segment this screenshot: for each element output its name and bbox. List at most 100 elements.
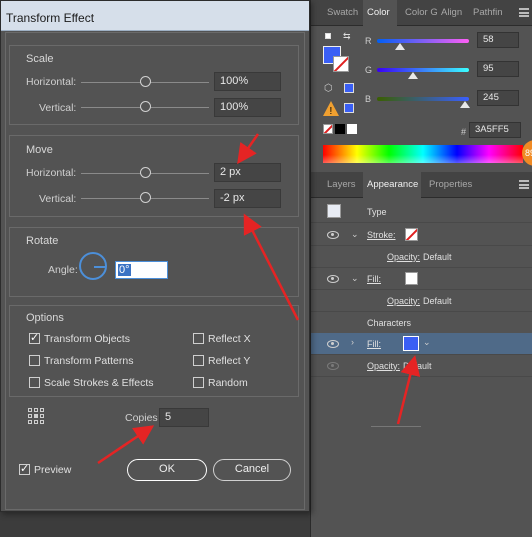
cancel-button[interactable]: Cancel bbox=[213, 459, 291, 481]
eye-icon[interactable] bbox=[327, 275, 339, 283]
scale-horizontal-field[interactable]: 100% bbox=[214, 72, 281, 91]
angle-dial-icon[interactable] bbox=[79, 252, 107, 280]
appearance-menu-icon[interactable] bbox=[519, 180, 529, 189]
fill-dropdown-chevron-icon[interactable]: ⌄ bbox=[423, 337, 431, 348]
appearance-stroke-opacity-row[interactable]: Opacity: Default bbox=[311, 246, 532, 268]
dialog-title: Transform Effect bbox=[6, 11, 95, 25]
random-checkbox[interactable] bbox=[193, 377, 204, 388]
g-slider-thumb[interactable] bbox=[408, 72, 418, 79]
white-swatch[interactable] bbox=[347, 124, 357, 134]
appearance-characters-opacity-row[interactable]: Opacity: Default bbox=[311, 355, 532, 377]
copies-field[interactable]: 5 bbox=[159, 408, 209, 427]
move-horizontal-knob[interactable] bbox=[140, 167, 151, 178]
tab-layers[interactable]: Layers bbox=[323, 172, 357, 198]
stroke-swatch-none[interactable] bbox=[333, 56, 349, 72]
appearance-fill-row[interactable]: ⌄ Fill: bbox=[311, 268, 532, 290]
scale-vertical-label: Vertical: bbox=[39, 102, 77, 114]
angle-field[interactable]: 0° bbox=[115, 261, 168, 279]
move-label: Move bbox=[26, 144, 53, 156]
reference-point-locator-icon[interactable] bbox=[28, 408, 44, 424]
tab-color[interactable]: Color bbox=[363, 0, 397, 26]
move-horizontal-field[interactable]: 2 px bbox=[214, 163, 281, 182]
fill-opacity-label[interactable]: Opacity: bbox=[387, 296, 420, 306]
tab-align[interactable]: Align bbox=[437, 0, 469, 26]
eye-icon[interactable] bbox=[327, 231, 339, 239]
move-horizontal-label: Horizontal: bbox=[26, 167, 77, 179]
characters-fill-label[interactable]: Fill: bbox=[367, 339, 381, 349]
appearance-fill-opacity-row[interactable]: Opacity: Default bbox=[311, 290, 532, 312]
eye-icon[interactable] bbox=[327, 340, 339, 348]
transform-objects-checkbox[interactable] bbox=[29, 331, 40, 344]
chevron-down-icon[interactable]: ⌄ bbox=[351, 229, 359, 240]
svg-text:!: ! bbox=[330, 106, 333, 116]
tab-color-guide[interactable]: Color G bbox=[401, 0, 437, 26]
swap-colors-icon[interactable]: ⇆ bbox=[343, 31, 351, 42]
gamut-warning-icon[interactable]: ! bbox=[323, 101, 339, 117]
color-spectrum-bar[interactable] bbox=[323, 145, 523, 163]
panel-menu-icon[interactable] bbox=[519, 8, 529, 17]
g-slider-track[interactable] bbox=[377, 68, 469, 72]
appearance-characters-row[interactable]: Characters bbox=[311, 312, 532, 334]
stroke-label[interactable]: Stroke: bbox=[367, 230, 396, 240]
out-of-gamut-cube-icon[interactable]: ⬡ bbox=[324, 83, 333, 94]
ok-button[interactable]: OK bbox=[127, 459, 207, 481]
in-gamut-swatch[interactable] bbox=[344, 103, 354, 113]
random-label[interactable]: Random bbox=[208, 377, 248, 389]
reflect-x-label[interactable]: Reflect X bbox=[208, 333, 251, 345]
characters-opacity-value: Default bbox=[403, 361, 432, 371]
chevron-down-icon[interactable]: ⌄ bbox=[351, 273, 359, 284]
black-swatch[interactable] bbox=[335, 124, 345, 134]
reflect-x-checkbox[interactable] bbox=[193, 333, 204, 344]
preview-checkbox[interactable] bbox=[19, 462, 30, 475]
chevron-right-icon[interactable]: › bbox=[351, 337, 354, 347]
stroke-opacity-label[interactable]: Opacity: bbox=[387, 252, 420, 262]
transform-patterns-label[interactable]: Transform Patterns bbox=[44, 355, 133, 367]
tab-properties[interactable]: Properties bbox=[425, 172, 475, 198]
stroke-none-swatch[interactable] bbox=[405, 228, 418, 241]
transform-objects-label[interactable]: Transform Objects bbox=[44, 333, 130, 345]
g-value-field[interactable]: 95 bbox=[477, 61, 519, 77]
tab-appearance[interactable]: Appearance bbox=[363, 172, 421, 198]
notification-badge: 89 bbox=[522, 140, 532, 166]
rotate-label: Rotate bbox=[26, 235, 59, 247]
r-value-field[interactable]: 58 bbox=[477, 32, 519, 48]
default-colors-icon[interactable] bbox=[325, 33, 331, 39]
b-value-field[interactable]: 245 bbox=[477, 90, 519, 106]
appearance-type-row[interactable]: Type bbox=[311, 201, 532, 223]
tab-swatches[interactable]: Swatch bbox=[323, 0, 359, 26]
angle-value-selected: 0° bbox=[118, 264, 131, 276]
r-slider-track[interactable] bbox=[377, 39, 469, 43]
b-slider-track[interactable] bbox=[377, 97, 469, 101]
scale-vertical-field[interactable]: 100% bbox=[214, 98, 281, 117]
fill-label[interactable]: Fill: bbox=[367, 274, 381, 284]
g-label: G bbox=[365, 65, 373, 75]
reflect-y-label[interactable]: Reflect Y bbox=[208, 355, 250, 367]
appearance-stroke-row[interactable]: ⌄ Stroke: bbox=[311, 224, 532, 246]
fill-white-swatch[interactable] bbox=[405, 272, 418, 285]
scale-horizontal-label: Horizontal: bbox=[26, 76, 77, 88]
characters-fill-swatch[interactable] bbox=[403, 336, 419, 351]
scale-horizontal-knob[interactable] bbox=[140, 76, 151, 87]
reflect-y-checkbox[interactable] bbox=[193, 355, 204, 366]
move-vertical-knob[interactable] bbox=[140, 192, 151, 203]
transform-patterns-checkbox[interactable] bbox=[29, 355, 40, 366]
appearance-characters-fill-row[interactable]: › Fill: ⌄ bbox=[311, 333, 532, 355]
tab-pathfinder[interactable]: Pathfin bbox=[469, 0, 509, 26]
type-label: Type bbox=[367, 207, 387, 217]
type-thumbnail bbox=[327, 204, 341, 218]
preview-label[interactable]: Preview bbox=[34, 464, 71, 476]
r-label: R bbox=[365, 36, 372, 46]
hex-value-field[interactable]: 3A5FF5 bbox=[469, 122, 521, 138]
dialog-titlebar[interactable]: Transform Effect bbox=[1, 1, 309, 31]
characters-opacity-label[interactable]: Opacity: bbox=[367, 361, 400, 371]
scale-strokes-label[interactable]: Scale Strokes & Effects bbox=[44, 377, 154, 389]
angle-label: Angle: bbox=[48, 264, 78, 276]
web-safe-swatch[interactable] bbox=[344, 83, 354, 93]
eye-icon[interactable] bbox=[327, 362, 339, 370]
scale-strokes-checkbox[interactable] bbox=[29, 377, 40, 388]
r-slider-thumb[interactable] bbox=[395, 43, 405, 50]
none-swatch[interactable] bbox=[323, 124, 333, 134]
move-vertical-field[interactable]: -2 px bbox=[214, 189, 281, 208]
scale-vertical-knob[interactable] bbox=[140, 101, 151, 112]
b-slider-thumb[interactable] bbox=[460, 101, 470, 108]
